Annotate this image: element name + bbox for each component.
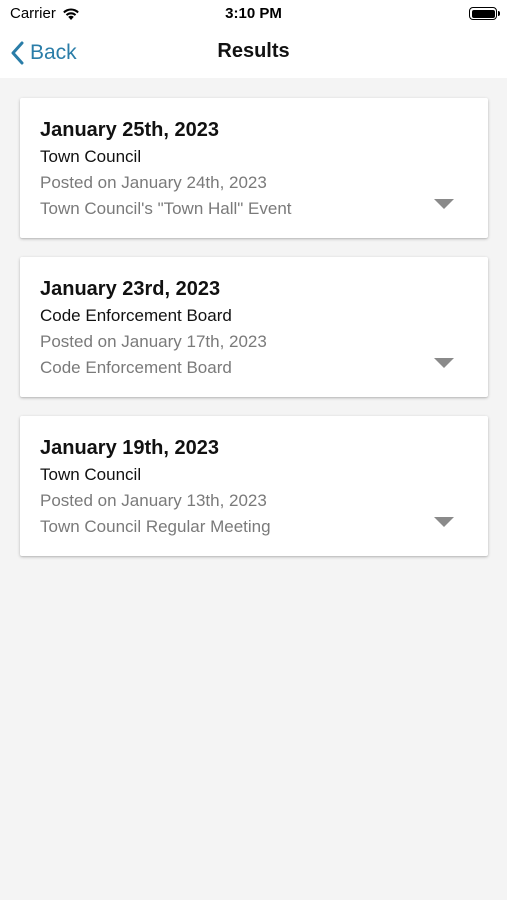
meeting-date: January 19th, 2023 bbox=[40, 437, 219, 459]
result-card[interactable]: January 25th, 2023 Town Council Posted o… bbox=[20, 98, 488, 238]
meeting-body: Town Council bbox=[40, 147, 142, 166]
page-title: Results bbox=[217, 40, 290, 62]
meeting-description: Code Enforcement Board bbox=[40, 358, 232, 377]
navigation-bar: Back Results bbox=[0, 28, 507, 78]
result-card[interactable]: January 23rd, 2023 Code Enforcement Boar… bbox=[20, 257, 488, 397]
meeting-body: Town Council bbox=[40, 465, 142, 484]
expand-triangle-icon[interactable] bbox=[432, 515, 456, 529]
meeting-description: Town Council's "Town Hall" Event bbox=[40, 199, 292, 218]
meeting-body: Code Enforcement Board bbox=[40, 306, 232, 325]
posted-date: Posted on January 13th, 2023 bbox=[40, 491, 267, 510]
battery-icon bbox=[469, 7, 500, 20]
posted-date: Posted on January 17th, 2023 bbox=[40, 332, 267, 351]
meeting-description: Town Council Regular Meeting bbox=[40, 517, 271, 536]
meeting-date: January 23rd, 2023 bbox=[40, 278, 221, 300]
results-list: January 25th, 2023 Town Council Posted o… bbox=[20, 98, 488, 556]
expand-triangle-icon[interactable] bbox=[432, 356, 456, 370]
status-bar: Carrier 3:10 PM bbox=[0, 0, 507, 28]
battery-level bbox=[471, 9, 495, 18]
expand-triangle-icon[interactable] bbox=[432, 197, 456, 211]
meeting-date: January 25th, 2023 bbox=[40, 119, 219, 141]
posted-date: Posted on January 24th, 2023 bbox=[40, 173, 267, 192]
status-time: 3:10 PM bbox=[225, 5, 282, 22]
result-card[interactable]: January 19th, 2023 Town Council Posted o… bbox=[20, 416, 488, 556]
